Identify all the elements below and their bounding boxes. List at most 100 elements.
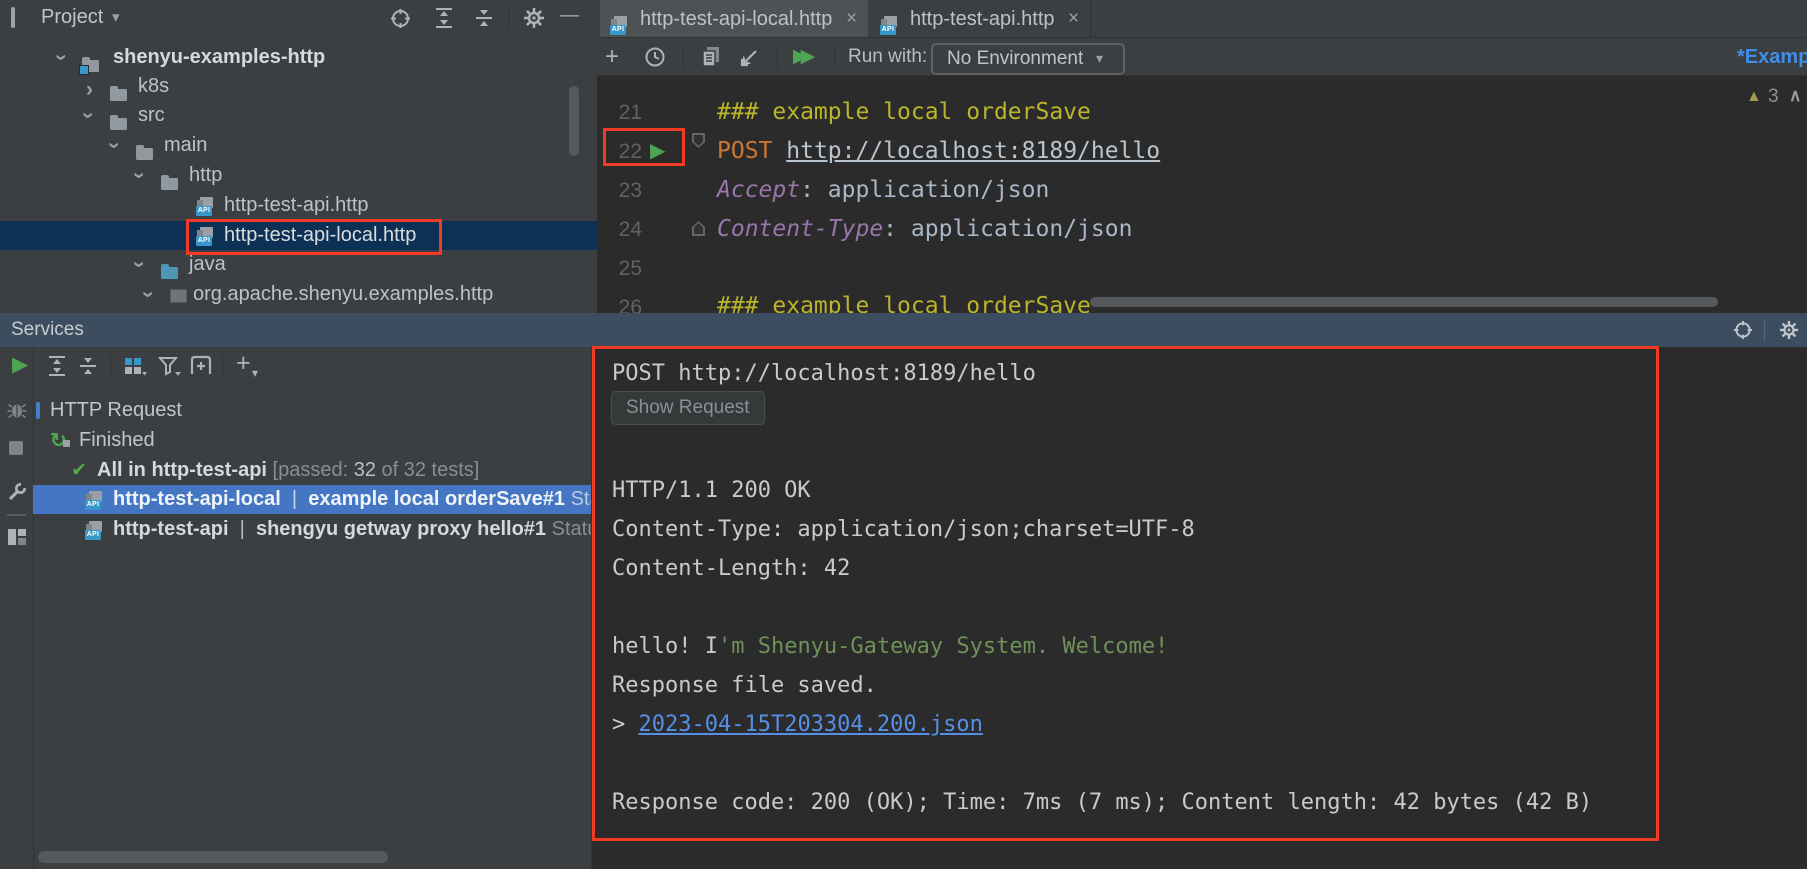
chevron-down-icon[interactable]: › bbox=[134, 291, 163, 298]
close-icon[interactable]: × bbox=[846, 0, 857, 38]
collapse-all-icon[interactable] bbox=[474, 7, 494, 29]
environment-select[interactable]: No Environment ▾ bbox=[931, 43, 1125, 75]
tree-row-k8s[interactable]: › k8s bbox=[0, 72, 597, 101]
tree-row-src[interactable]: › src bbox=[0, 101, 597, 130]
services-hscrollbar-thumb[interactable] bbox=[38, 851, 388, 863]
package-icon bbox=[170, 289, 187, 303]
locate-icon[interactable] bbox=[1733, 320, 1753, 340]
services-row-http-request[interactable]: HTTP Request bbox=[33, 396, 591, 425]
chevron-down-icon[interactable]: › bbox=[47, 54, 76, 61]
header-value: application/json bbox=[911, 216, 1133, 242]
chevron-down-icon[interactable]: › bbox=[100, 142, 129, 149]
tree-row-package[interactable]: › org.apache.shenyu.examples.http bbox=[0, 280, 597, 309]
add-service-dropdown-icon[interactable]: ▾ bbox=[252, 366, 258, 380]
service-color-stripe bbox=[36, 402, 40, 419]
run-request-gutter-icon[interactable]: ▶ bbox=[650, 136, 665, 166]
tab-http-test-api-local[interactable]: API http-test-api-local.http × bbox=[600, 0, 868, 38]
services-settings-gear-icon[interactable] bbox=[1779, 320, 1799, 340]
test-suite-label[interactable]: All in http-test-api [passed: 32 of 32 t… bbox=[97, 456, 479, 485]
tree-item-label[interactable]: k8s bbox=[138, 72, 169, 101]
add-request-icon[interactable]: + bbox=[605, 43, 619, 71]
code-line-26[interactable]: ### example local orderSave bbox=[717, 287, 1091, 313]
filter-icon[interactable] bbox=[158, 356, 182, 378]
code-line-23[interactable]: Accept: application/json bbox=[717, 171, 1049, 210]
add-service-icon[interactable]: + bbox=[236, 349, 251, 378]
project-view-title[interactable]: Project bbox=[41, 6, 103, 29]
sources-folder-icon bbox=[161, 267, 178, 279]
open-log-icon[interactable] bbox=[739, 46, 761, 68]
status-text: Statu bbox=[565, 488, 591, 510]
toolbar-divider bbox=[508, 7, 509, 30]
history-clock-icon[interactable] bbox=[644, 46, 666, 68]
tab-http-test-api[interactable]: API http-test-api.http × bbox=[868, 0, 1091, 38]
line-number: 23 bbox=[597, 171, 642, 210]
tree-row-main[interactable]: › main bbox=[0, 131, 597, 160]
tab-label[interactable]: http-test-api-local.http bbox=[640, 0, 832, 38]
strip-divider bbox=[7, 514, 26, 516]
tree-item-label[interactable]: java bbox=[189, 250, 226, 279]
run-status-label[interactable]: Finished bbox=[79, 426, 155, 455]
expand-all-icon[interactable] bbox=[47, 355, 67, 377]
chevron-right-icon[interactable]: › bbox=[86, 75, 93, 104]
service-label[interactable]: HTTP Request bbox=[50, 396, 182, 425]
tree-item-label[interactable]: src bbox=[138, 101, 165, 130]
debug-bug-icon[interactable] bbox=[7, 400, 27, 420]
passed-count: 32 bbox=[354, 459, 376, 481]
tree-row-project-root[interactable]: › shenyu-examples-http bbox=[0, 43, 597, 72]
tree-item-label[interactable]: shenyu-examples-http bbox=[113, 43, 325, 72]
layout-grid-icon[interactable] bbox=[7, 528, 27, 546]
request-result-label[interactable]: http-test-api-local | example local orde… bbox=[113, 485, 591, 514]
tab-label[interactable]: http-test-api.http bbox=[910, 0, 1055, 38]
tree-row-http[interactable]: › http bbox=[0, 161, 597, 190]
toolbar-divider bbox=[683, 46, 684, 68]
tree-item-label[interactable]: org.apache.shenyu.examples.http bbox=[193, 280, 493, 309]
request-url[interactable]: http://localhost:8189/hello bbox=[786, 138, 1160, 164]
locate-file-icon[interactable] bbox=[390, 8, 411, 29]
collapse-all-icon[interactable] bbox=[78, 355, 98, 377]
tree-row-http-test-api[interactable]: API http-test-api.http bbox=[0, 191, 597, 220]
tree-item-label[interactable]: main bbox=[164, 131, 207, 160]
hide-panel-icon[interactable]: — bbox=[560, 5, 579, 27]
project-view-dropdown-icon[interactable]: ▾ bbox=[112, 8, 120, 26]
code-line-22[interactable]: POST http://localhost:8189/hello bbox=[717, 132, 1160, 171]
request-result-label[interactable]: http-test-api | shengyu getway proxy hel… bbox=[113, 515, 591, 544]
toolbar-divider bbox=[222, 356, 223, 376]
wrench-icon[interactable] bbox=[7, 482, 27, 502]
code-line-21[interactable]: ### example local orderSave bbox=[717, 93, 1091, 132]
splitter[interactable] bbox=[591, 347, 592, 869]
response-file-link[interactable]: 2023-04-15T203304.200.json bbox=[639, 712, 983, 737]
stop-icon[interactable] bbox=[9, 441, 23, 455]
previews-icon[interactable] bbox=[190, 355, 214, 377]
services-row-request-api[interactable]: API http-test-api | shengyu getway proxy… bbox=[33, 515, 591, 544]
response-body-line: hello! I'm Shenyu-Gateway System. Welcom… bbox=[612, 627, 1168, 666]
group-by-icon[interactable] bbox=[124, 356, 148, 378]
editor-hscrollbar-thumb[interactable] bbox=[1090, 297, 1718, 307]
services-row-all-tests[interactable]: ✔ All in http-test-api [passed: 32 of 32… bbox=[33, 456, 591, 485]
project-scrollbar-thumb[interactable] bbox=[569, 86, 579, 156]
tree-item-label[interactable]: http bbox=[189, 161, 222, 190]
expand-all-icon[interactable] bbox=[434, 7, 454, 29]
warning-triangle-icon[interactable]: ▲ bbox=[1746, 88, 1762, 106]
chevron-down-icon[interactable]: › bbox=[74, 112, 103, 119]
tree-row-java[interactable]: › java bbox=[0, 250, 597, 279]
chevron-down-icon[interactable]: › bbox=[125, 172, 154, 179]
services-row-finished[interactable]: ↻ Finished bbox=[33, 426, 591, 455]
run-configuration-name[interactable]: *Exampl bbox=[1737, 46, 1807, 69]
chevron-down-icon[interactable]: › bbox=[125, 261, 154, 268]
prev-inspection-caret-icon[interactable]: ∧ bbox=[1789, 86, 1801, 106]
run-icon[interactable]: ▶ bbox=[12, 352, 28, 377]
code-line-24[interactable]: Content-Type: application/json bbox=[717, 210, 1132, 249]
response-saved-line: Response file saved. bbox=[612, 666, 877, 705]
services-header-bar[interactable]: Services bbox=[0, 313, 1807, 347]
tree-item-label[interactable]: http-test-api.http bbox=[224, 191, 369, 220]
separator: : bbox=[883, 216, 911, 242]
tree-item-label[interactable]: http-test-api-local.http bbox=[224, 221, 416, 250]
copy-icon[interactable] bbox=[701, 46, 721, 68]
project-settings-gear-icon[interactable] bbox=[523, 7, 545, 29]
tree-row-http-test-api-local-selected[interactable]: API http-test-api-local.http bbox=[0, 221, 597, 250]
close-icon[interactable]: × bbox=[1068, 0, 1079, 38]
services-row-request-local-selected[interactable]: API http-test-api-local | example local … bbox=[33, 485, 591, 514]
run-all-requests-icon[interactable]: ▶▶ bbox=[793, 45, 808, 68]
show-request-button[interactable]: Show Request bbox=[611, 391, 765, 425]
warning-count[interactable]: 3 bbox=[1768, 86, 1779, 108]
